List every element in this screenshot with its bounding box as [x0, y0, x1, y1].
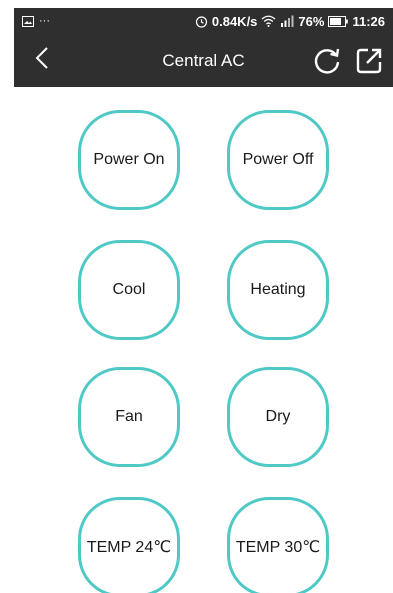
temp-30-button[interactable]: TEMP 30℃: [227, 497, 329, 593]
temp-24-button[interactable]: TEMP 24℃: [78, 497, 180, 593]
ac-button-grid: Power On Power Off Cool Heating Fan Dry …: [0, 0, 393, 593]
power-on-button[interactable]: Power On: [78, 110, 180, 210]
app-screen: ··· 0.84K/s 76% 11:26 Central AC Power O…: [0, 0, 393, 593]
fan-button[interactable]: Fan: [78, 367, 180, 467]
power-off-button[interactable]: Power Off: [227, 110, 329, 210]
cool-button[interactable]: Cool: [78, 240, 180, 340]
heating-button[interactable]: Heating: [227, 240, 329, 340]
dry-button[interactable]: Dry: [227, 367, 329, 467]
